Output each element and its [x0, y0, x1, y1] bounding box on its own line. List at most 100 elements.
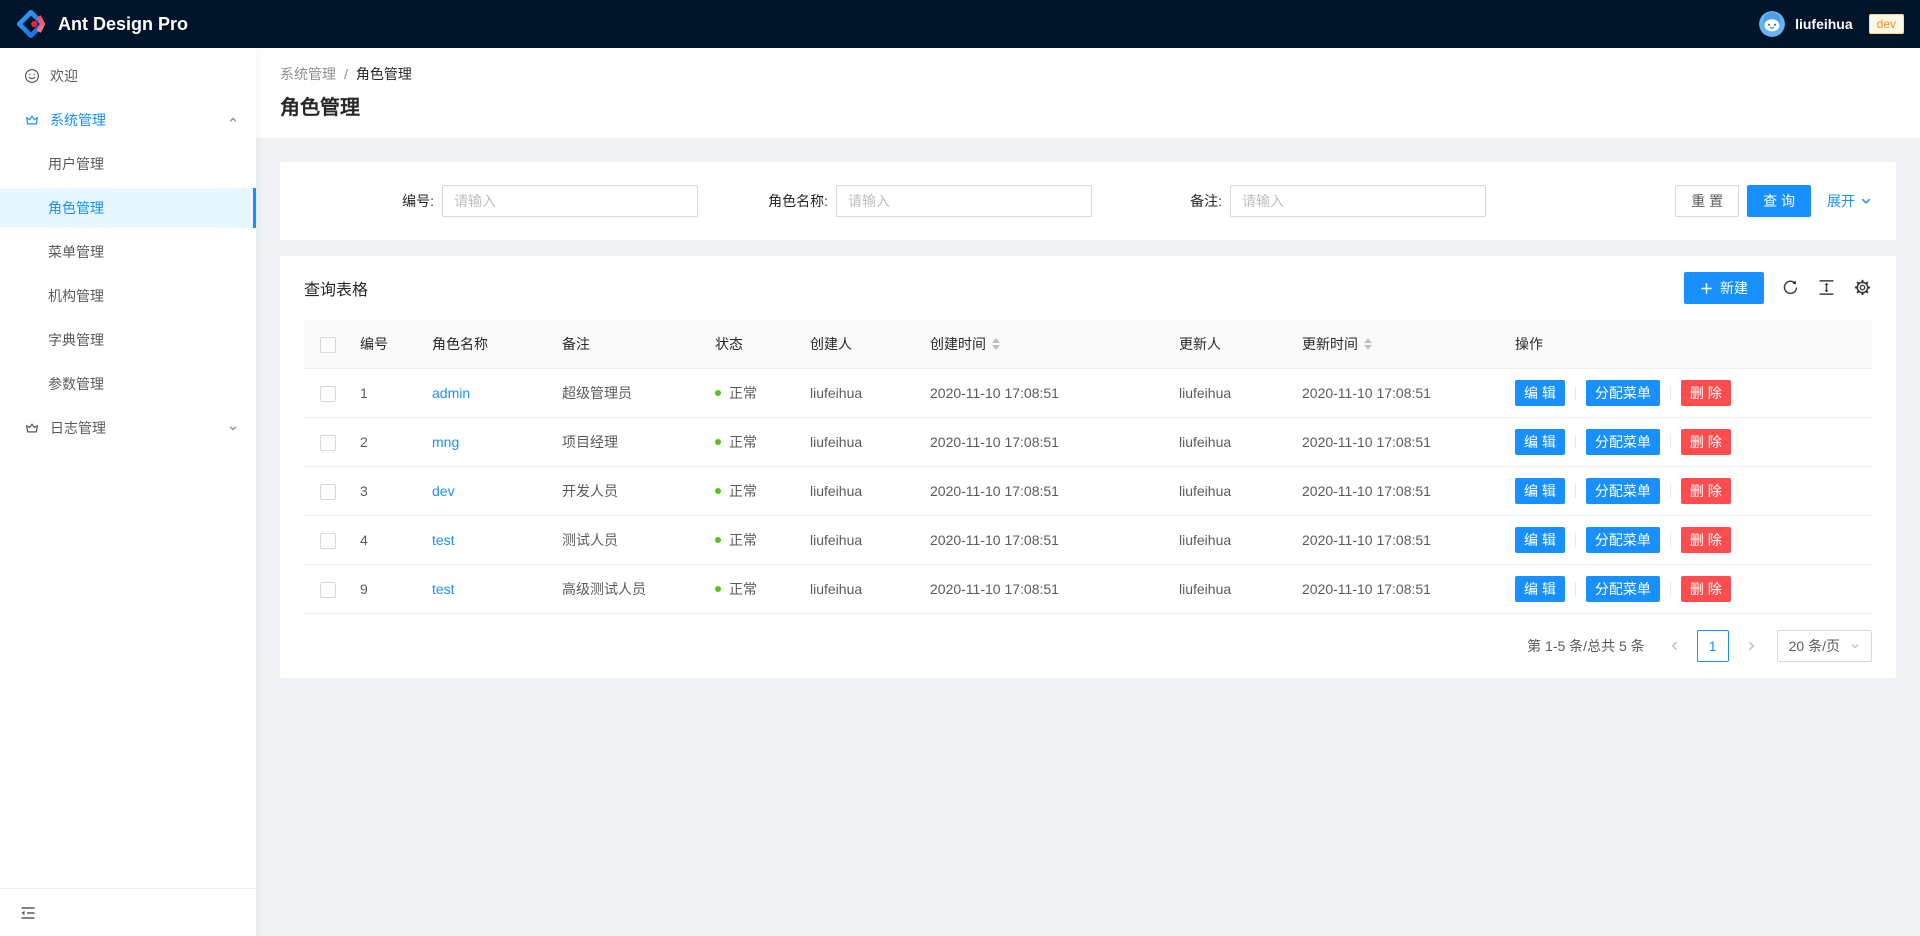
page-number[interactable]: 1: [1697, 630, 1729, 662]
sidebar-submenu-system[interactable]: 系统管理: [0, 100, 256, 140]
sidebar-item-param-mgmt[interactable]: 参数管理: [0, 364, 256, 404]
assign-menu-button[interactable]: 分配菜单: [1586, 380, 1660, 406]
divider: [1670, 484, 1671, 498]
sidebar-item-org-mgmt[interactable]: 机构管理: [0, 276, 256, 316]
status-badge: 正常: [729, 530, 757, 550]
delete-button[interactable]: 删 除: [1681, 478, 1731, 504]
id-input[interactable]: [442, 185, 698, 217]
expand-link[interactable]: 展开: [1827, 191, 1872, 211]
sidebar-item-dict-mgmt[interactable]: 字典管理: [0, 320, 256, 360]
sort-icons[interactable]: [992, 338, 1000, 350]
assign-menu-button[interactable]: 分配菜单: [1586, 527, 1660, 553]
role-name-link[interactable]: admin: [432, 385, 470, 401]
col-header-role-name: 角色名称: [424, 320, 554, 369]
form-label-remark: 备注:: [1092, 191, 1230, 211]
edit-button[interactable]: 编 辑: [1515, 478, 1565, 504]
new-button[interactable]: 新建: [1684, 272, 1764, 304]
sidebar-submenu-log[interactable]: 日志管理: [0, 408, 256, 448]
edit-button[interactable]: 编 辑: [1515, 576, 1565, 602]
delete-button[interactable]: 删 除: [1681, 380, 1731, 406]
sidebar-item-menu-mgmt[interactable]: 菜单管理: [0, 232, 256, 272]
sidebar-collapse-trigger[interactable]: [0, 888, 256, 936]
user-avatar[interactable]: [1759, 11, 1785, 37]
sidebar-item-welcome[interactable]: 欢迎: [0, 56, 256, 96]
select-all-checkbox[interactable]: [320, 337, 336, 353]
sort-icons[interactable]: [1364, 338, 1372, 350]
table-row: 3 dev 开发人员 正常 liufeihua 2020-11-10 17:08…: [304, 467, 1872, 516]
sidebar: 欢迎 系统管理 用户管理 角色管: [0, 48, 256, 936]
cell-create-time: 2020-11-10 17:08:51: [922, 516, 1171, 565]
row-checkbox[interactable]: [320, 582, 336, 598]
row-checkbox[interactable]: [320, 435, 336, 451]
row-checkbox[interactable]: [320, 533, 336, 549]
chevron-down-icon: [1860, 195, 1872, 207]
col-header-create-time-label: 创建时间: [930, 334, 986, 354]
col-header-create-time[interactable]: 创建时间: [922, 320, 1171, 369]
reload-icon[interactable]: [1782, 279, 1800, 297]
role-name-input[interactable]: [836, 185, 1092, 217]
role-name-link[interactable]: mng: [432, 434, 459, 450]
status-dot: [715, 390, 721, 396]
col-header-updater: 更新人: [1171, 320, 1294, 369]
role-name-link[interactable]: test: [432, 532, 455, 548]
form-item-role-name: 角色名称:: [698, 185, 1092, 217]
cell-updater: liufeihua: [1171, 467, 1294, 516]
col-header-remark: 备注: [554, 320, 707, 369]
role-name-link[interactable]: dev: [432, 483, 455, 499]
chevron-up-icon: [228, 115, 238, 125]
edit-button[interactable]: 编 辑: [1515, 380, 1565, 406]
chevron-down-icon: [228, 423, 238, 433]
cell-remark: 开发人员: [554, 467, 707, 516]
breadcrumb: 系统管理 / 角色管理: [280, 64, 1896, 84]
ant-design-logo-icon: [16, 9, 46, 39]
sidebar-item-label: 欢迎: [50, 66, 78, 86]
top-header: Ant Design Pro liufeihua dev: [0, 0, 1920, 48]
col-header-creator: 创建人: [802, 320, 922, 369]
prev-page-button[interactable]: [1661, 630, 1689, 662]
search-form-card: 编号: 角色名称: 备注: 重 置 查 询: [280, 162, 1896, 240]
sidebar-submenu-label: 日志管理: [50, 418, 106, 438]
breadcrumb-item-system[interactable]: 系统管理: [280, 64, 336, 84]
col-header-actions: 操作: [1507, 320, 1872, 369]
density-icon[interactable]: [1818, 279, 1836, 297]
delete-button[interactable]: 删 除: [1681, 429, 1731, 455]
sidebar-item-label: 角色管理: [48, 198, 104, 218]
assign-menu-button[interactable]: 分配菜单: [1586, 576, 1660, 602]
delete-button[interactable]: 删 除: [1681, 527, 1731, 553]
cell-creator: liufeihua: [802, 467, 922, 516]
divider: [1575, 533, 1576, 547]
edit-button[interactable]: 编 辑: [1515, 429, 1565, 455]
edit-button[interactable]: 编 辑: [1515, 527, 1565, 553]
toolbar-actions: 新建: [1684, 272, 1872, 304]
assign-menu-button[interactable]: 分配菜单: [1586, 429, 1660, 455]
settings-gear-icon[interactable]: [1854, 279, 1872, 297]
row-checkbox[interactable]: [320, 386, 336, 402]
row-checkbox[interactable]: [320, 484, 336, 500]
search-button[interactable]: 查 询: [1747, 185, 1811, 217]
table-toolbar: 查询表格 新建: [280, 256, 1896, 320]
delete-button[interactable]: 删 除: [1681, 576, 1731, 602]
assign-menu-button[interactable]: 分配菜单: [1586, 478, 1660, 504]
next-page-button[interactable]: [1737, 630, 1765, 662]
col-header-id: 编号: [352, 320, 424, 369]
crown-icon: [24, 112, 40, 128]
cell-id: 4: [352, 516, 424, 565]
page-size-select[interactable]: 20 条/页: [1777, 630, 1872, 662]
smile-icon: [24, 68, 40, 84]
user-menu[interactable]: liufeihua dev: [1759, 11, 1904, 37]
reset-button[interactable]: 重 置: [1675, 185, 1739, 217]
sidebar-item-user-mgmt[interactable]: 用户管理: [0, 144, 256, 184]
divider: [1575, 484, 1576, 498]
status-dot: [715, 586, 721, 592]
cell-updater: liufeihua: [1171, 565, 1294, 614]
cell-creator: liufeihua: [802, 565, 922, 614]
form-label-id: 编号:: [304, 191, 442, 211]
page-size-value: 20 条/页: [1789, 636, 1840, 656]
cell-update-time: 2020-11-10 17:08:51: [1294, 565, 1507, 614]
sidebar-item-role-mgmt[interactable]: 角色管理: [0, 188, 256, 228]
col-header-update-time[interactable]: 更新时间: [1294, 320, 1507, 369]
remark-input[interactable]: [1230, 185, 1486, 217]
logo-area[interactable]: Ant Design Pro: [16, 9, 188, 39]
sidebar-item-label: 字典管理: [48, 330, 104, 350]
role-name-link[interactable]: test: [432, 581, 455, 597]
